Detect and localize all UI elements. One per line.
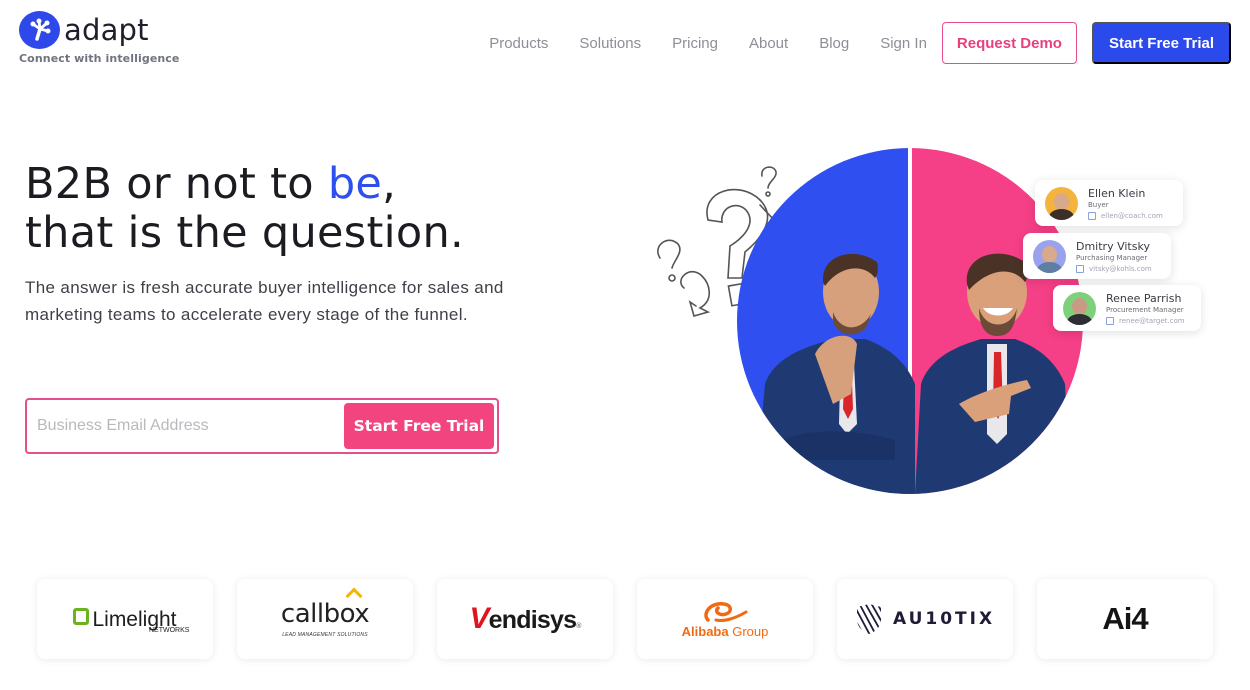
nav-pricing[interactable]: Pricing <box>672 35 718 52</box>
start-free-trial-button[interactable]: Start Free Trial <box>1091 22 1231 64</box>
contact-role: Purchasing Manager <box>1076 253 1148 262</box>
gecko-logo-icon <box>19 11 60 49</box>
hero-title-line2: that is the question. <box>25 208 464 258</box>
contact-role: Buyer <box>1088 200 1109 209</box>
split-circle-image <box>737 148 1083 494</box>
logo-limelight: Limelight NETWORKS <box>37 579 213 659</box>
hero-illustration: Ellen Klein Buyer ellen@coach.com Dmitry… <box>640 140 1240 500</box>
avatar <box>1033 239 1066 273</box>
contact-email: ellen@coach.com <box>1088 211 1163 220</box>
ai4-name: Ai4 <box>1102 601 1148 636</box>
hero-start-free-trial-button[interactable]: Start Free Trial <box>344 403 494 449</box>
limelight-icon <box>73 607 90 625</box>
hero-title: B2B or not to be, that is the question. <box>25 160 464 258</box>
building-icon <box>1076 264 1084 273</box>
contact-name: Ellen Klein <box>1088 186 1146 200</box>
nav-about[interactable]: About <box>749 35 788 52</box>
request-demo-button[interactable]: Request Demo <box>941 22 1077 64</box>
brand-name: adapt <box>64 13 149 47</box>
limelight-sub: NETWORKS <box>149 627 190 634</box>
nav-products[interactable]: Products <box>489 35 548 52</box>
contact-email: vitsky@kohls.com <box>1076 264 1152 273</box>
contact-email-text: renee@target.com <box>1119 316 1185 325</box>
hero-title-suffix: , <box>382 159 397 209</box>
alibaba-name: Alibaba Group <box>681 623 769 639</box>
au10tix-name: AU10TIX <box>892 609 996 629</box>
shield-icon <box>856 604 881 634</box>
logo-ai4: Ai4 <box>1037 579 1213 659</box>
contact-role: Procurement Manager <box>1106 305 1184 314</box>
logo-alibaba: Alibaba Group <box>637 579 813 659</box>
hero-title-accent: be <box>327 159 383 209</box>
building-icon <box>1106 316 1114 325</box>
top-navigation: Products Solutions Pricing About Blog Si… <box>489 22 1231 64</box>
avatar <box>1063 291 1096 325</box>
contact-card[interactable]: Dmitry Vitsky Purchasing Manager vitsky@… <box>1023 233 1171 279</box>
brand-logo[interactable]: adapt Connect with intelligence <box>19 11 180 65</box>
building-icon <box>1088 211 1096 220</box>
logo-callbox: callbox LEAD MANAGEMENT SOLUTIONS <box>237 579 413 659</box>
contact-card[interactable]: Ellen Klein Buyer ellen@coach.com <box>1035 180 1183 226</box>
contact-email-text: ellen@coach.com <box>1101 211 1163 220</box>
contact-name: Dmitry Vitsky <box>1076 239 1150 253</box>
contact-card[interactable]: Renee Parrish Procurement Manager renee@… <box>1053 285 1201 331</box>
nav-blog[interactable]: Blog <box>819 35 849 52</box>
thinking-man-image <box>755 253 915 494</box>
vendisys-name: Vendisys® <box>469 602 581 635</box>
alibaba-icon <box>704 601 748 622</box>
business-email-input[interactable] <box>37 417 344 435</box>
nav-solutions[interactable]: Solutions <box>579 35 641 52</box>
callbox-sub: LEAD MANAGEMENT SOLUTIONS <box>282 632 368 638</box>
contact-email-text: vitsky@kohls.com <box>1089 264 1152 273</box>
customer-logos: Limelight NETWORKS callbox LEAD MANAGEME… <box>37 579 1213 659</box>
contact-name: Renee Parrish <box>1106 291 1182 305</box>
nav-sign-in[interactable]: Sign In <box>880 35 927 52</box>
brand-tagline: Connect with intelligence <box>19 52 180 65</box>
avatar <box>1045 186 1078 220</box>
hero-title-prefix: B2B or not to <box>25 159 328 209</box>
logo-vendisys: Vendisys® <box>437 579 613 659</box>
signup-form: Start Free Trial <box>25 398 499 454</box>
contact-email: renee@target.com <box>1106 316 1185 325</box>
callbox-name: callbox <box>281 587 370 628</box>
logo-au10tix: AU10TIX <box>837 579 1013 659</box>
hero-subtitle: The answer is fresh accurate buyer intel… <box>25 278 504 324</box>
